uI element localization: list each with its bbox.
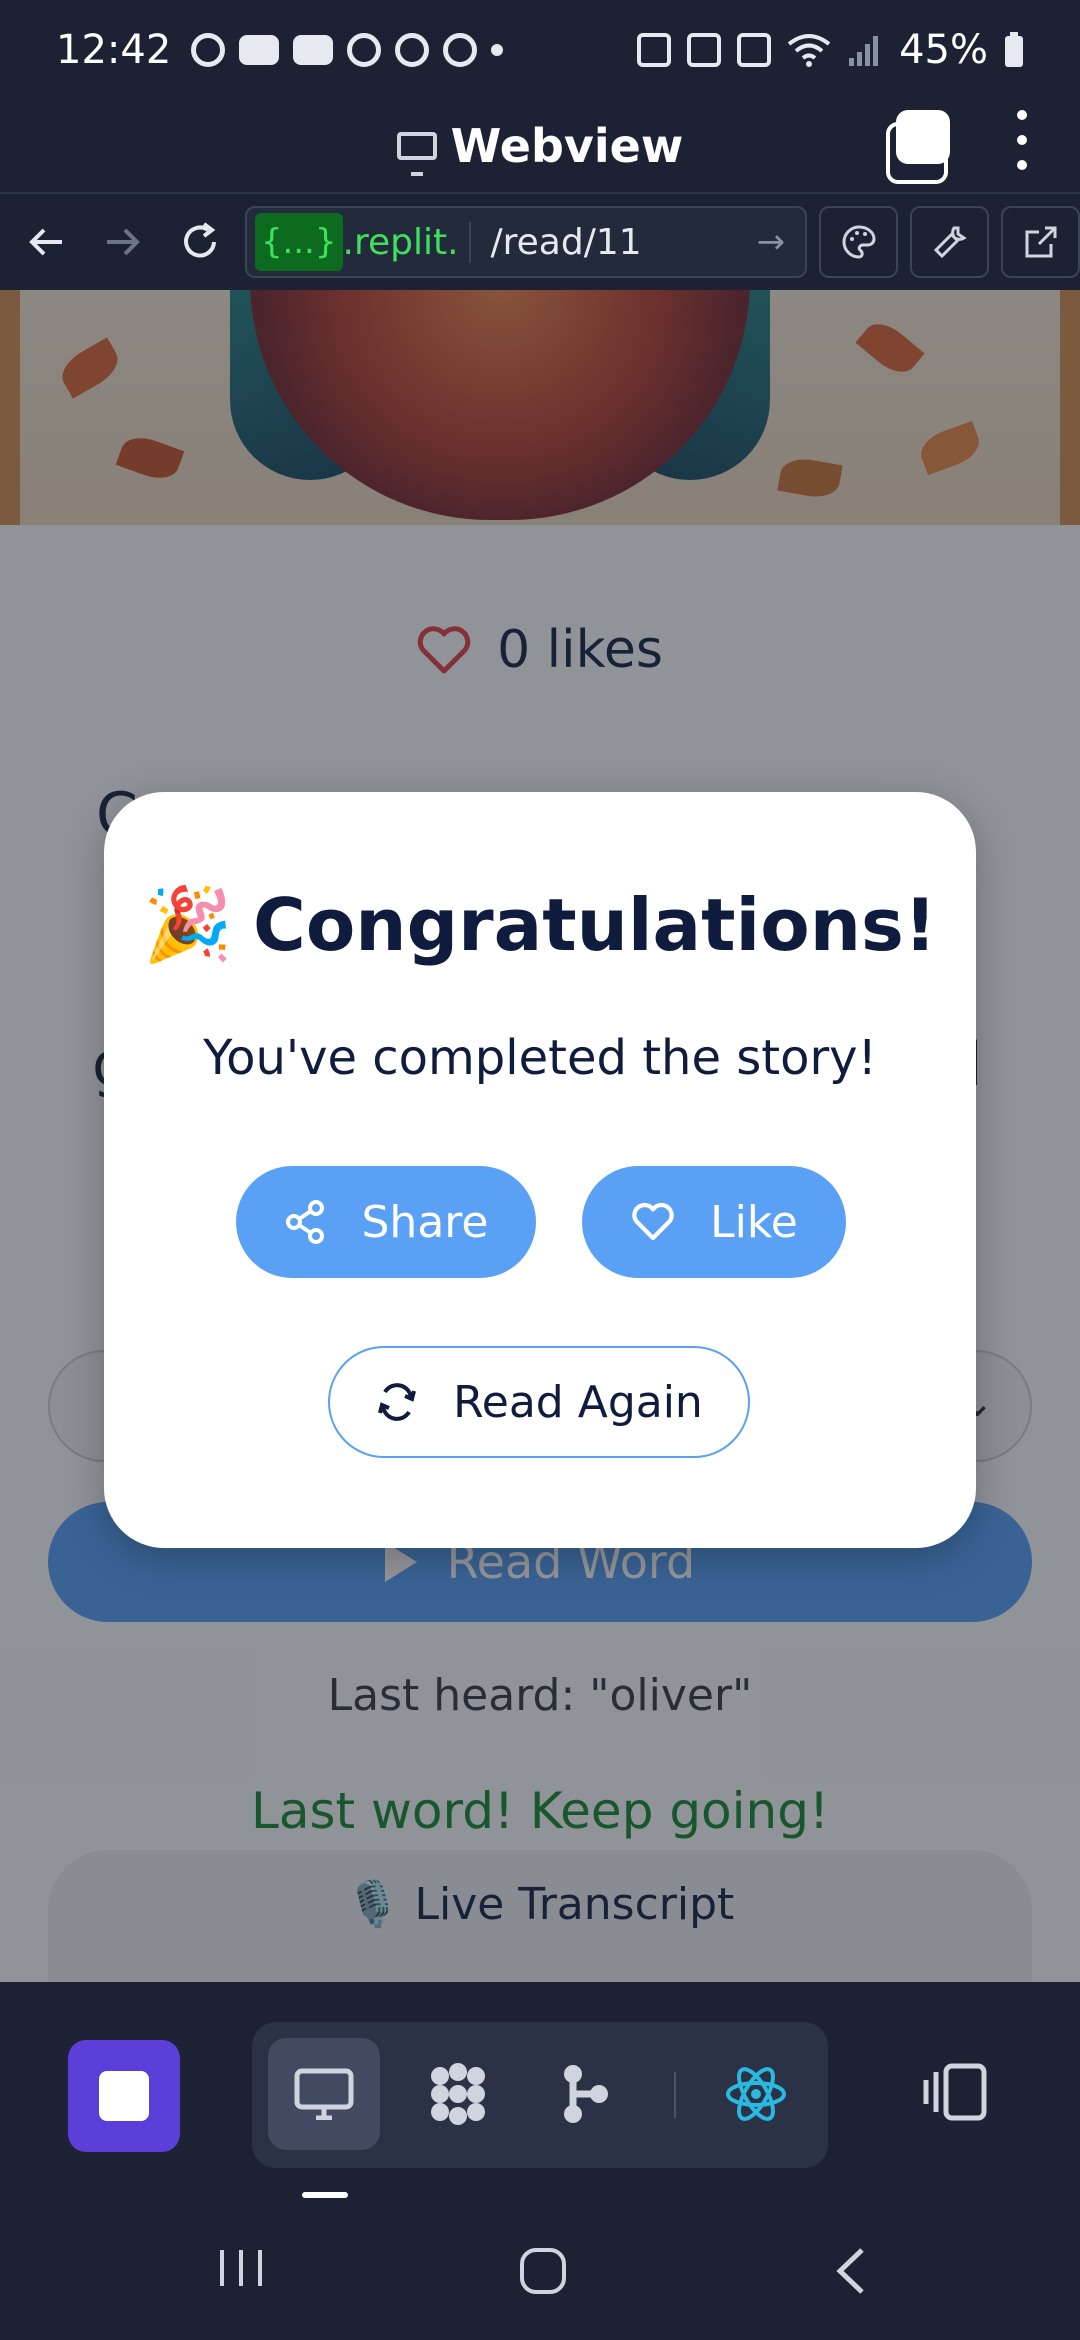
tool-switcher bbox=[252, 2022, 828, 2168]
web-content: 0 likes C , g l ⌄ Read Word Last heard: … bbox=[0, 290, 1080, 1982]
home-icon[interactable] bbox=[518, 2246, 568, 2296]
react-tool-button[interactable] bbox=[700, 2038, 812, 2150]
panel-toggle-icon[interactable] bbox=[920, 2062, 990, 2122]
git-tool-button[interactable] bbox=[530, 2038, 642, 2150]
notification-icons bbox=[191, 33, 504, 67]
modal-subtitle: You've completed the story! bbox=[203, 1030, 877, 1086]
external-link-icon bbox=[1025, 226, 1057, 258]
agent-tool-button[interactable] bbox=[402, 2038, 514, 2150]
mute-icon bbox=[737, 33, 772, 67]
read-again-label: Read Again bbox=[453, 1376, 703, 1428]
battery-icon bbox=[1005, 32, 1023, 67]
share-icon bbox=[285, 1200, 324, 1244]
react-icon bbox=[726, 2067, 786, 2121]
clock: 12:42 bbox=[56, 27, 172, 73]
wrench-icon bbox=[933, 226, 967, 259]
tabs-icon[interactable] bbox=[886, 110, 950, 184]
arrow-left-icon bbox=[29, 228, 63, 256]
share-button[interactable]: Share bbox=[236, 1166, 536, 1278]
webview-title-bar: Webview bbox=[0, 100, 1080, 192]
reload-button[interactable] bbox=[162, 203, 239, 281]
back-button[interactable] bbox=[8, 203, 85, 281]
youtube-icon bbox=[293, 35, 334, 65]
battery-saver-icon bbox=[637, 33, 672, 67]
refresh-icon bbox=[378, 1383, 417, 1421]
open-external-button[interactable] bbox=[1001, 206, 1080, 278]
chrome-icon bbox=[191, 33, 226, 67]
stop-icon bbox=[99, 2071, 149, 2121]
webview-title: Webview bbox=[396, 119, 684, 176]
dot-icon bbox=[491, 44, 504, 56]
chrome-icon bbox=[443, 33, 478, 67]
toolbar-divider bbox=[674, 2072, 676, 2118]
monitor-icon bbox=[396, 132, 437, 176]
like-button[interactable]: Like bbox=[582, 1166, 846, 1278]
like-label: Like bbox=[710, 1196, 798, 1248]
git-icon bbox=[564, 2065, 608, 2123]
heart-icon bbox=[632, 1202, 674, 1241]
brain-icon bbox=[347, 33, 382, 67]
modal-title-text: Congratulations! bbox=[253, 882, 937, 967]
go-arrow-icon[interactable]: → bbox=[757, 222, 786, 262]
signal-icon bbox=[849, 36, 879, 66]
webview-title-text: Webview bbox=[450, 119, 684, 173]
modal-title: 🎉 Congratulations! bbox=[104, 882, 976, 967]
status-bar: 12:42 45% bbox=[0, 0, 1080, 100]
agent-icon bbox=[431, 2063, 485, 2125]
forward-button[interactable] bbox=[85, 203, 162, 281]
reload-icon bbox=[184, 222, 217, 258]
url-input[interactable]: {...} .replit. /read/11 → bbox=[244, 206, 808, 278]
recent-apps-icon[interactable] bbox=[216, 2246, 266, 2290]
read-again-button[interactable]: Read Again bbox=[328, 1346, 750, 1458]
webview-tool-button[interactable] bbox=[268, 2038, 380, 2150]
palette-icon bbox=[842, 225, 876, 259]
palette-button[interactable] bbox=[819, 206, 899, 278]
active-tab-indicator bbox=[302, 2192, 348, 2198]
youtube-icon bbox=[239, 35, 280, 65]
stop-button[interactable] bbox=[68, 2040, 180, 2152]
congratulations-modal: 🎉 Congratulations! You've completed the … bbox=[104, 792, 976, 1548]
devtools-button[interactable] bbox=[910, 206, 990, 278]
share-label: Share bbox=[361, 1196, 489, 1248]
battery-percent: 45% bbox=[899, 27, 988, 73]
replit-toolbar bbox=[0, 1982, 1080, 2202]
android-navigation-bar bbox=[0, 2202, 1080, 2340]
url-path: /read/11 bbox=[468, 221, 757, 263]
monitor-icon bbox=[294, 2068, 354, 2120]
arrow-right-icon bbox=[107, 228, 141, 256]
domain-badge: {...} bbox=[254, 213, 343, 271]
back-icon[interactable] bbox=[832, 2246, 868, 2296]
domain-text: .replit. bbox=[342, 221, 459, 263]
browser-toolbar: {...} .replit. /read/11 → bbox=[0, 192, 1080, 290]
party-popper-icon: 🎉 bbox=[143, 882, 233, 966]
more-options-icon[interactable] bbox=[1012, 110, 1032, 170]
sleep-icon bbox=[687, 33, 722, 67]
gmail-icon bbox=[395, 33, 430, 67]
wifi-icon bbox=[787, 34, 831, 67]
